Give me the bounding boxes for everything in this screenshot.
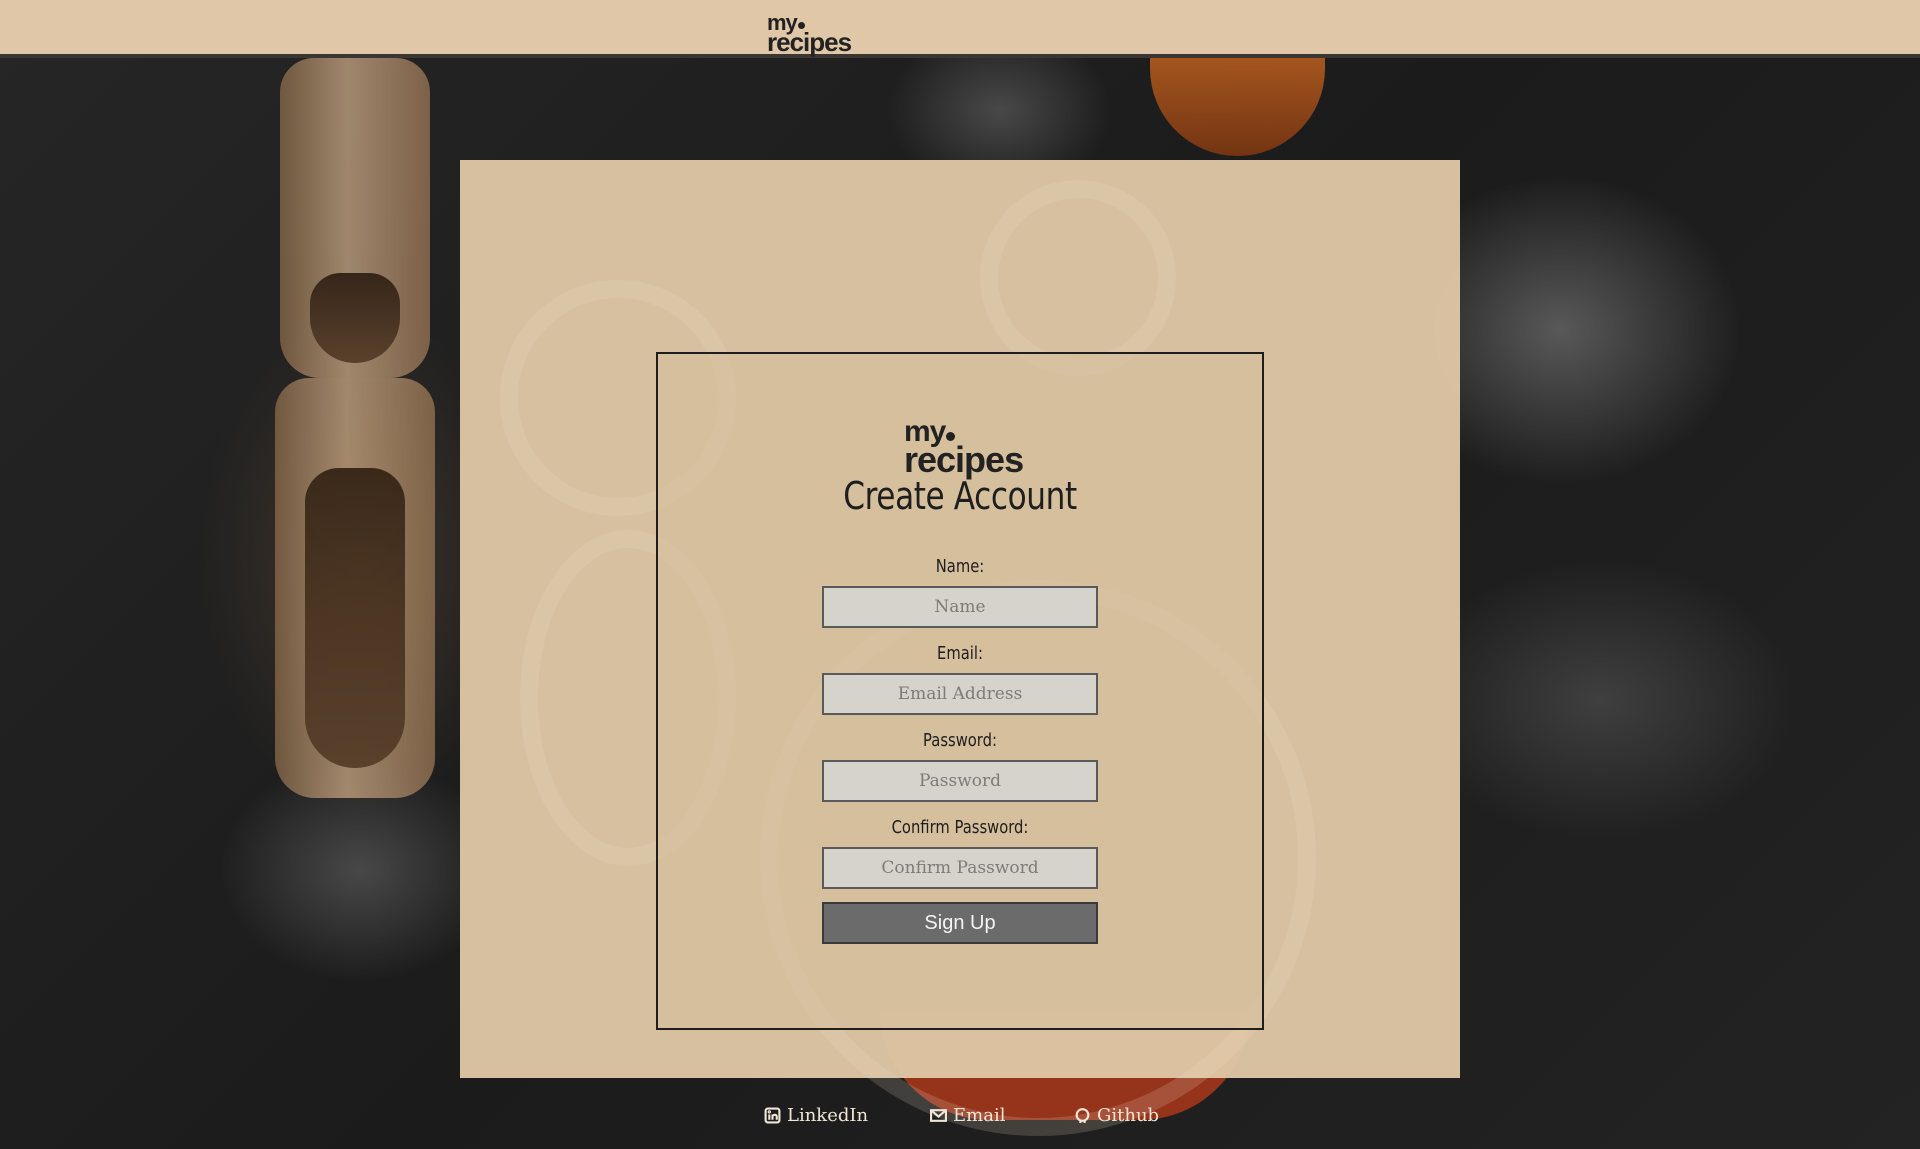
name-input[interactable] xyxy=(822,586,1098,628)
footer-links: LinkedIn Email Github xyxy=(0,1105,1920,1137)
github-link[interactable]: Github xyxy=(1074,1105,1159,1126)
password-label: Password: xyxy=(923,730,997,751)
linkedin-link[interactable]: LinkedIn xyxy=(764,1105,868,1126)
github-icon xyxy=(1075,1108,1090,1123)
decorative-circle xyxy=(980,180,1176,376)
page-title: Create Account xyxy=(843,474,1077,518)
wooden-scoop-image xyxy=(275,378,435,798)
wooden-scoop-image xyxy=(280,58,430,378)
email-link-label: Email xyxy=(953,1105,1006,1126)
signup-panel: my recipes Create Account Name: Email: P… xyxy=(460,160,1460,1136)
confirm-password-label: Confirm Password: xyxy=(891,817,1029,838)
envelope-icon xyxy=(930,1109,947,1122)
email-label: Email: xyxy=(937,643,983,664)
name-label: Name: xyxy=(935,556,985,577)
linkedin-link-label: LinkedIn xyxy=(787,1105,869,1126)
password-input[interactable] xyxy=(822,760,1098,802)
signup-form-card: my recipes Create Account Name: Email: P… xyxy=(656,352,1264,1030)
linkedin-icon xyxy=(764,1107,781,1124)
top-nav-bar: my recipes xyxy=(0,0,1920,58)
header-logo[interactable]: my recipes xyxy=(767,12,852,58)
email-link[interactable]: Email xyxy=(930,1105,1005,1126)
github-link-label: Github xyxy=(1097,1105,1160,1126)
sign-up-button[interactable]: Sign Up xyxy=(822,902,1098,944)
form-logo: my recipes xyxy=(904,417,1024,480)
logo-text-recipes: recipes xyxy=(767,27,852,58)
email-input[interactable] xyxy=(822,673,1098,715)
confirm-password-input[interactable] xyxy=(822,847,1098,889)
logo-text-recipes: recipes xyxy=(904,438,1024,480)
